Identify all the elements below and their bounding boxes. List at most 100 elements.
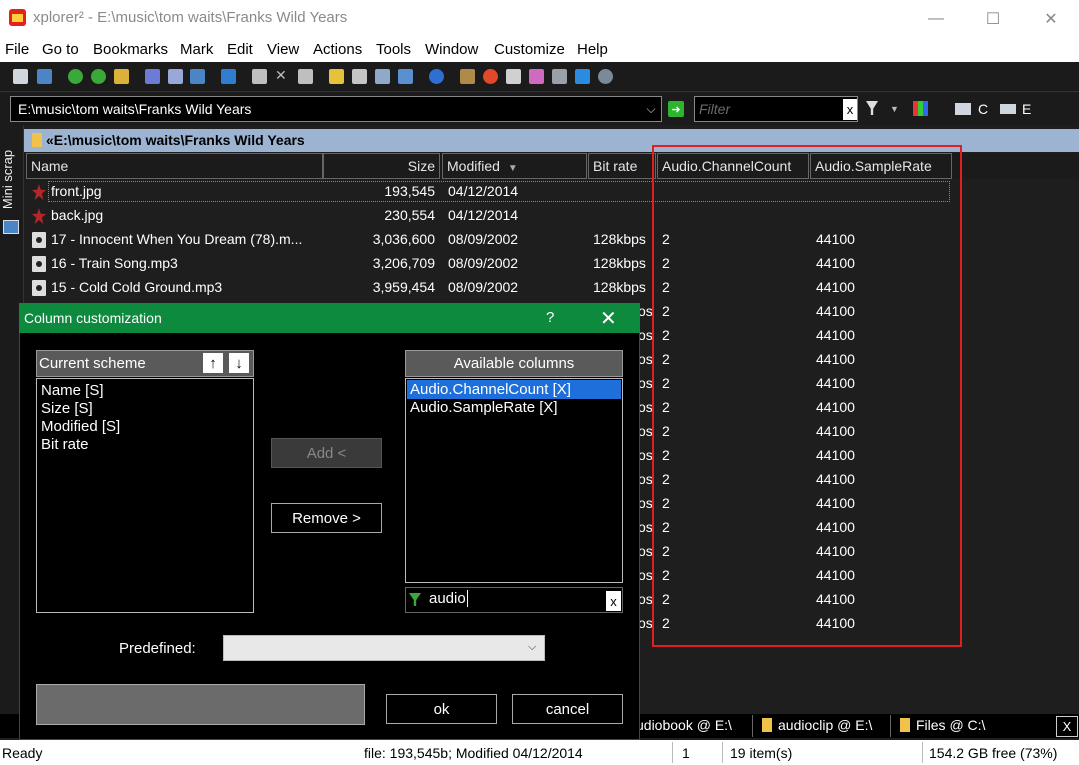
folder-icon [32, 133, 42, 147]
menu-customize[interactable]: Customize [494, 41, 565, 58]
remove-button[interactable]: Remove > [271, 503, 382, 533]
list-item[interactable]: Audio.SampleRate [X] [410, 399, 558, 416]
sort-down-icon: ▼ [507, 163, 518, 174]
forward-icon[interactable] [91, 69, 106, 84]
menu-edit[interactable]: Edit [227, 41, 253, 58]
drive-e-icon[interactable] [1000, 104, 1016, 114]
menu-file[interactable]: File [5, 41, 29, 58]
dialog-close-button[interactable]: ✕ [600, 306, 617, 331]
window-icon[interactable] [221, 69, 236, 84]
drive-e-label[interactable]: E [1022, 101, 1031, 117]
status-file-info: file: 193,545b; Modified 04/12/2014 [364, 745, 583, 761]
close-button[interactable]: ✕ [1028, 0, 1074, 37]
add-button[interactable]: Add < [271, 438, 382, 468]
file-bitrate: os [638, 495, 653, 511]
mini-scrap-label[interactable]: Mini scrap [0, 150, 15, 209]
dialog-help-button[interactable]: ? [546, 309, 554, 326]
status-divider [672, 742, 673, 763]
grid-icon[interactable] [375, 69, 390, 84]
document-icon[interactable] [506, 69, 521, 84]
folder-up-icon[interactable] [114, 69, 129, 84]
tabs-close-button[interactable]: X [1056, 716, 1078, 737]
edit-icon[interactable] [168, 69, 183, 84]
available-columns-list[interactable]: Audio.ChannelCount [X] Audio.SampleRate … [405, 378, 623, 583]
predefined-label: Predefined: [119, 640, 196, 657]
file-size: 3,036,600 [372, 231, 435, 247]
menu-tools[interactable]: Tools [376, 41, 411, 58]
search-clear-button[interactable]: x [606, 591, 621, 611]
monitor-icon[interactable] [575, 69, 590, 84]
drive-c-icon[interactable] [955, 103, 971, 115]
list-item[interactable]: Modified [S] [41, 418, 120, 435]
filter-dropdown-icon[interactable]: ▼ [890, 104, 899, 114]
tree-icon[interactable] [398, 69, 413, 84]
tab-audioclip-label: audioclip @ E:\ [778, 717, 873, 733]
move-up-icon[interactable]: ↑ [203, 353, 223, 373]
column-size[interactable]: Size [323, 153, 440, 179]
current-scheme-list[interactable]: Name [S] Size [S] Modified [S] Bit rate [36, 378, 254, 613]
move-icon[interactable] [298, 69, 313, 84]
file-bitrate: os [638, 591, 653, 607]
cancel-button[interactable]: cancel [512, 694, 623, 724]
file-bitrate: os [638, 615, 653, 631]
menu-go-to[interactable]: Go to [42, 41, 79, 58]
scrap-icon[interactable] [3, 220, 19, 234]
list-item[interactable]: Size [S] [41, 400, 93, 417]
list-item[interactable]: Name [S] [41, 382, 104, 399]
properties-icon[interactable] [352, 69, 367, 84]
predefined-select[interactable] [223, 635, 545, 661]
status-ready: Ready [2, 745, 43, 761]
binoculars-icon[interactable] [145, 69, 160, 84]
minimize-button[interactable]: — [913, 0, 959, 37]
file-name: 17 - Innocent When You Dream (78).m... [51, 231, 303, 247]
tab-audioclip[interactable]: audioclip @ E:\ [762, 717, 872, 733]
move-down-icon[interactable]: ↓ [229, 353, 249, 373]
file-name: 16 - Train Song.mp3 [51, 255, 178, 271]
layout-icon[interactable] [552, 69, 567, 84]
help-icon[interactable] [429, 69, 444, 84]
drive-icon[interactable] [13, 69, 28, 84]
file-name: 15 - Cold Cold Ground.mp3 [51, 279, 223, 295]
filter-clear-button[interactable]: x [843, 99, 857, 120]
file-modified: 08/09/2002 [448, 231, 519, 247]
hammer-icon[interactable] [460, 69, 475, 84]
column-modified[interactable]: Modified ▼ [442, 153, 587, 179]
menu-help[interactable]: Help [577, 41, 608, 58]
menu-actions[interactable]: Actions [313, 41, 362, 58]
magnifier-icon[interactable] [598, 69, 613, 84]
chevron-down-icon[interactable]: ⌵ [528, 641, 536, 654]
delete-icon[interactable]: ✕ [275, 67, 290, 83]
folder-icon[interactable] [190, 69, 205, 84]
app-icon [9, 9, 26, 26]
address-text[interactable]: E:\music\tom waits\Franks Wild Years [18, 101, 251, 117]
list-item[interactable]: Audio.ChannelCount [X] [410, 381, 571, 398]
tab-audiobook[interactable]: udiobook @ E:\ [636, 717, 732, 733]
power-icon[interactable] [483, 69, 498, 84]
file-size: 3,206,709 [372, 255, 435, 271]
menu-mark[interactable]: Mark [180, 41, 213, 58]
column-search-input[interactable]: audio [429, 590, 468, 607]
file-bitrate: os [638, 519, 653, 535]
color-grid-icon[interactable] [913, 101, 928, 116]
copy-icon[interactable] [252, 69, 267, 84]
menu-bookmarks[interactable]: Bookmarks [93, 41, 168, 58]
menu-view[interactable]: View [267, 41, 299, 58]
ok-button[interactable]: ok [386, 694, 497, 724]
file-size: 3,959,454 [372, 279, 435, 295]
chevron-down-icon[interactable]: ⌵ [641, 97, 661, 121]
computer-icon[interactable] [37, 69, 52, 84]
maximize-button[interactable]: ☐ [970, 0, 1016, 37]
status-items: 19 item(s) [730, 745, 793, 761]
column-modified-label: Modified [447, 158, 500, 174]
back-icon[interactable] [68, 69, 83, 84]
drive-c-label[interactable]: C [978, 101, 988, 117]
column-name[interactable]: Name [26, 153, 323, 179]
menu-window[interactable]: Window [425, 41, 478, 58]
flower-icon[interactable] [529, 69, 544, 84]
column-bitrate[interactable]: Bit rate [588, 153, 656, 179]
list-item[interactable]: Bit rate [41, 436, 89, 453]
go-icon[interactable]: ➜ [668, 101, 684, 117]
lightning-icon[interactable] [329, 69, 344, 84]
tab-files[interactable]: Files @ C:\ [900, 717, 985, 733]
filter-placeholder[interactable]: Filter [699, 101, 730, 117]
